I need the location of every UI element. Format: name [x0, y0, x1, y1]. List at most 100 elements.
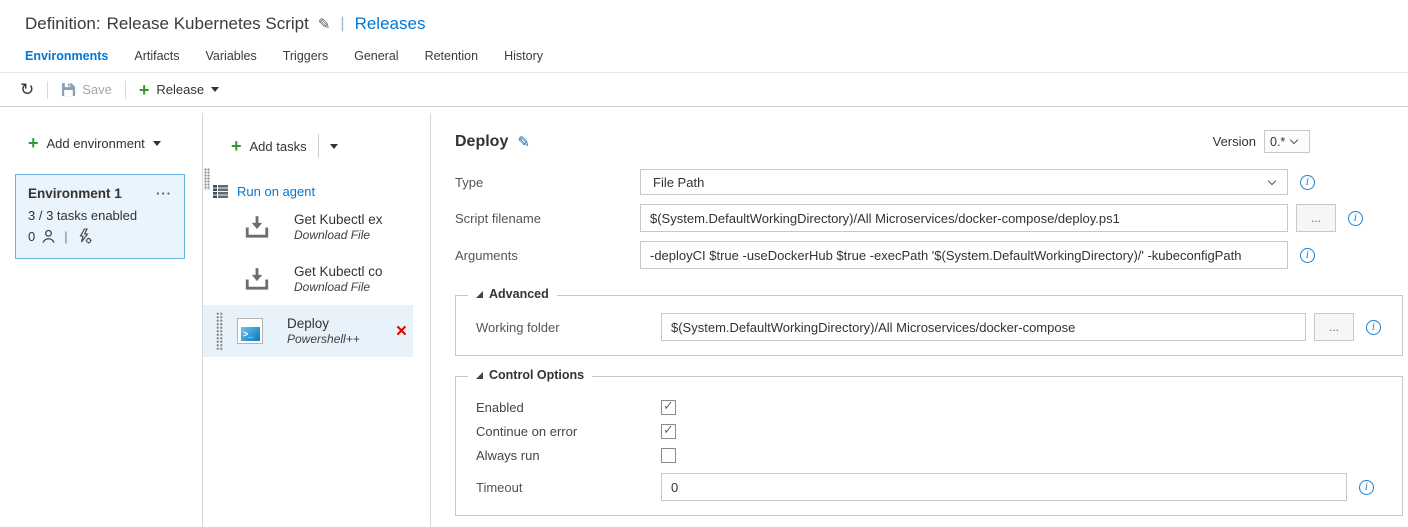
tab-variables[interactable]: Variables [206, 49, 257, 72]
release-label: Release [156, 82, 204, 97]
environment-menu-button[interactable]: ··· [156, 186, 172, 201]
always-run-checkbox[interactable] [661, 448, 676, 463]
script-filename-input[interactable] [640, 204, 1288, 232]
script-filename-info-icon[interactable]: i [1348, 211, 1363, 226]
task-title: Get Kubectl ex [294, 212, 383, 227]
always-run-label: Always run [476, 448, 661, 463]
continue-on-error-label: Continue on error [476, 424, 661, 439]
version-value: 0.* [1270, 135, 1285, 149]
approvers-person-icon[interactable] [41, 229, 56, 244]
task-editor-panel: Deploy ✎ Version 0.* Type File Path i Sc… [431, 113, 1408, 527]
remove-task-icon[interactable]: × [396, 322, 407, 341]
browse-script-button[interactable]: ... [1296, 204, 1336, 232]
download-file-icon [244, 266, 270, 292]
timeout-info-icon[interactable]: i [1359, 480, 1374, 495]
command-toolbar: ↻ Save + Release [0, 72, 1408, 107]
tab-general[interactable]: General [354, 49, 398, 72]
drag-handle[interactable] [216, 312, 223, 350]
type-dropdown[interactable]: File Path [640, 169, 1288, 195]
tab-environments[interactable]: Environments [25, 49, 108, 72]
arguments-info-icon[interactable]: i [1300, 248, 1315, 263]
approvals-count: 0 [28, 229, 35, 244]
task-item-get-kubectl-co[interactable]: Get Kubectl co Download File [203, 253, 413, 305]
timeout-input[interactable] [661, 473, 1347, 501]
script-filename-label: Script filename [455, 211, 640, 226]
add-environment-label: Add environment [47, 136, 145, 151]
toolbar-divider [47, 81, 48, 99]
working-folder-input[interactable] [661, 313, 1306, 341]
chevron-down-icon [1290, 136, 1298, 144]
edit-definition-name-icon[interactable]: ✎ [318, 15, 331, 33]
environment-card[interactable]: Environment 1 ··· 3 / 3 tasks enabled 0 … [15, 174, 185, 259]
releases-link[interactable]: Releases [355, 14, 426, 34]
add-tasks-label: Add tasks [250, 139, 307, 154]
card-divider: | [64, 229, 67, 244]
task-item-deploy-selected[interactable]: >_ Deploy Powershell++ × [203, 305, 413, 357]
type-label: Type [455, 175, 640, 190]
collapse-triangle-icon [476, 291, 483, 298]
task-subtitle: Powershell++ [287, 332, 360, 346]
environments-panel: + Add environment Environment 1 ··· 3 / … [0, 113, 203, 527]
save-label: Save [82, 82, 112, 97]
save-button[interactable]: Save [61, 82, 112, 97]
browse-working-folder-button[interactable]: ... [1314, 313, 1354, 341]
toolbar-divider [125, 81, 126, 99]
tasks-panel: + Add tasks Run on agent Get Kubectl ex … [203, 113, 431, 527]
definition-tabs: Environments Artifacts Variables Trigger… [0, 49, 1408, 72]
chevron-down-icon [153, 141, 161, 146]
plus-icon: + [139, 81, 150, 99]
button-divider [318, 134, 319, 158]
add-tasks-button[interactable]: + Add tasks [231, 134, 430, 158]
control-options-legend: Control Options [489, 368, 584, 382]
environment-tasks-summary: 3 / 3 tasks enabled [28, 208, 172, 223]
release-button[interactable]: + Release [139, 81, 219, 99]
task-subtitle: Download File [294, 228, 383, 242]
timeout-label: Timeout [476, 480, 661, 495]
task-subtitle: Download File [294, 280, 383, 294]
enabled-label: Enabled [476, 400, 661, 415]
definition-name: Release Kubernetes Script [107, 14, 309, 34]
run-on-agent-label: Run on agent [237, 184, 315, 199]
advanced-section: Advanced Working folder ... i [455, 295, 1403, 356]
environment-name: Environment 1 [28, 186, 122, 201]
arguments-input[interactable] [640, 241, 1288, 269]
chevron-down-icon[interactable] [330, 144, 338, 149]
version-label: Version [1213, 134, 1256, 149]
control-options-toggle[interactable]: Control Options [468, 368, 592, 382]
task-title: Get Kubectl co [294, 264, 383, 279]
deployment-conditions-icon[interactable] [76, 228, 92, 244]
tab-retention[interactable]: Retention [425, 49, 479, 72]
task-title: Deploy [287, 316, 360, 331]
plus-icon: + [231, 137, 242, 155]
task-editor-title: Deploy [455, 133, 508, 151]
add-environment-button[interactable]: + Add environment [28, 134, 202, 152]
tab-history[interactable]: History [504, 49, 543, 72]
continue-on-error-checkbox[interactable] [661, 424, 676, 439]
collapse-triangle-icon [476, 372, 483, 379]
definition-prefix: Definition: [25, 14, 101, 34]
enabled-checkbox[interactable] [661, 400, 676, 415]
type-info-icon[interactable]: i [1300, 175, 1315, 190]
agent-phase-icon [213, 185, 228, 198]
plus-icon: + [28, 134, 39, 152]
refresh-icon[interactable]: ↻ [20, 80, 34, 100]
working-folder-info-icon[interactable]: i [1366, 320, 1381, 335]
type-value: File Path [653, 175, 704, 190]
edit-task-name-icon[interactable]: ✎ [517, 133, 530, 151]
task-item-get-kubectl-ex[interactable]: Get Kubectl ex Download File [203, 201, 413, 253]
control-options-section: Control Options Enabled Continue on erro… [455, 376, 1403, 516]
working-folder-label: Working folder [476, 320, 661, 335]
advanced-section-toggle[interactable]: Advanced [468, 287, 557, 301]
download-file-icon [244, 214, 270, 240]
tab-triggers[interactable]: Triggers [283, 49, 328, 72]
save-floppy-icon [61, 82, 76, 97]
chevron-down-icon [1268, 176, 1276, 184]
run-on-agent-group[interactable]: Run on agent [213, 184, 430, 199]
tab-artifacts[interactable]: Artifacts [134, 49, 179, 72]
powershell-task-icon: >_ [237, 318, 263, 344]
arguments-label: Arguments [455, 248, 640, 263]
version-select[interactable]: 0.* [1264, 130, 1310, 153]
definition-header: Definition: Release Kubernetes Script ✎ … [0, 0, 1408, 34]
chevron-down-icon [211, 87, 219, 92]
header-divider: | [340, 15, 344, 33]
